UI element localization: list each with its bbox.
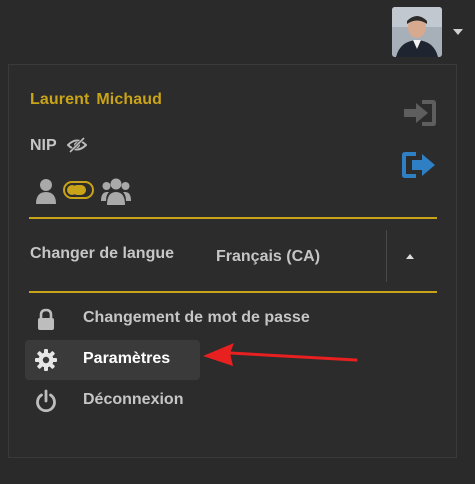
user-first-name: Laurent xyxy=(30,91,90,108)
user-mode-toggle[interactable] xyxy=(63,181,94,199)
menu-label-logout: Déconnexion xyxy=(83,391,184,408)
lock-icon xyxy=(38,308,54,330)
eye-slash-icon[interactable] xyxy=(67,136,87,154)
menu-item-change-password[interactable]: Changement de mot de passe xyxy=(25,299,365,339)
chevron-up-icon[interactable] xyxy=(406,254,414,259)
language-select-separator xyxy=(386,230,387,282)
divider-top xyxy=(29,217,437,219)
language-label: Changer de langue xyxy=(30,245,175,262)
language-select-value[interactable]: Français (CA) xyxy=(216,248,320,266)
user-name: Laurent Michaud xyxy=(30,91,169,109)
user-avatar[interactable] xyxy=(392,7,442,57)
gear-icon xyxy=(35,349,57,371)
user-menu-caret[interactable] xyxy=(453,29,463,35)
nip-label: NIP xyxy=(30,137,57,154)
group-users-icon xyxy=(101,178,131,205)
divider-bottom xyxy=(29,291,437,293)
logout-icon[interactable] xyxy=(400,149,438,181)
single-user-icon xyxy=(36,179,56,204)
annotation-arrow xyxy=(203,343,358,366)
login-icon[interactable] xyxy=(400,97,438,129)
power-icon xyxy=(36,389,56,413)
user-last-name: Michaud xyxy=(96,91,162,108)
menu-item-settings[interactable]: Paramètres xyxy=(25,340,200,380)
menu-label-change-password: Changement de mot de passe xyxy=(83,309,310,326)
menu-item-logout[interactable]: Déconnexion xyxy=(25,381,225,421)
menu-label-settings: Paramètres xyxy=(83,350,171,367)
avatar-image xyxy=(392,7,442,57)
